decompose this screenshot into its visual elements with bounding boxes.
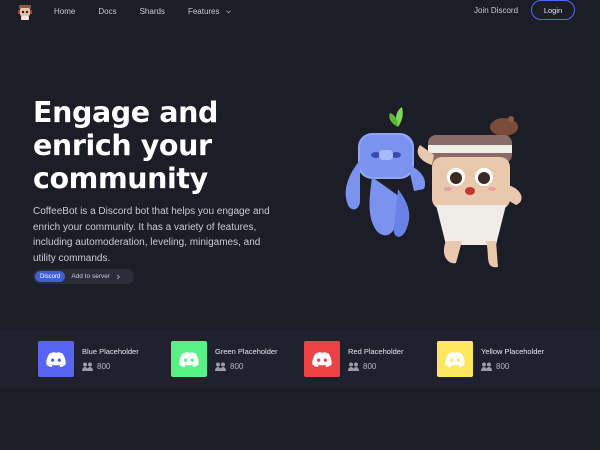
add-to-server-label: Add to server bbox=[71, 273, 111, 280]
login-button[interactable]: Login bbox=[531, 0, 575, 20]
nav-links: Home Docs Shards Features bbox=[54, 0, 255, 22]
users-icon bbox=[82, 362, 93, 371]
hero-title: Engage and enrich your community bbox=[33, 96, 293, 195]
hero-title-line: enrich your bbox=[33, 129, 212, 162]
hero-title-line: community bbox=[33, 162, 208, 195]
nav-features-dropdown[interactable]: Features bbox=[188, 7, 232, 16]
discord-icon bbox=[38, 341, 74, 377]
member-count-value: 800 bbox=[230, 362, 244, 371]
hero-title-line: Engage and bbox=[33, 96, 218, 129]
server-name: Green Placeholder bbox=[215, 347, 278, 356]
mascot-illustration bbox=[345, 107, 522, 268]
nav-home-link[interactable]: Home bbox=[54, 7, 75, 16]
member-count: 800 bbox=[481, 362, 544, 371]
server-card-yellow[interactable]: Yellow Placeholder 800 bbox=[437, 341, 544, 377]
member-count: 800 bbox=[348, 362, 403, 371]
chevron-right-icon bbox=[116, 274, 121, 279]
member-count-value: 800 bbox=[363, 362, 377, 371]
discord-icon bbox=[304, 341, 340, 377]
server-card-green[interactable]: Green Placeholder 800 bbox=[171, 341, 278, 377]
users-icon bbox=[481, 362, 492, 371]
nav-shards-link[interactable]: Shards bbox=[140, 7, 165, 16]
member-count: 800 bbox=[82, 362, 139, 371]
discord-badge: Discord bbox=[35, 271, 66, 282]
server-name: Red Placeholder bbox=[348, 347, 404, 356]
member-count: 800 bbox=[215, 362, 278, 371]
users-icon bbox=[215, 362, 226, 371]
nav-docs-link[interactable]: Docs bbox=[98, 7, 116, 16]
server-card-info: Blue Placeholder 800 bbox=[82, 347, 139, 371]
coffeebot-logo-icon[interactable] bbox=[16, 3, 34, 21]
member-count-value: 800 bbox=[496, 362, 510, 371]
server-card-red[interactable]: Red Placeholder 800 bbox=[304, 341, 403, 377]
top-navbar: Home Docs Shards Features Join Discord L… bbox=[0, 0, 600, 22]
users-icon bbox=[348, 362, 359, 371]
server-card-blue[interactable]: Blue Placeholder 800 bbox=[38, 341, 139, 377]
discord-icon bbox=[171, 341, 207, 377]
add-to-server-button[interactable]: Discord Add to server bbox=[33, 269, 134, 284]
server-card-info: Green Placeholder 800 bbox=[215, 347, 278, 371]
chevron-down-icon bbox=[225, 9, 231, 13]
nav-features-label: Features bbox=[187, 6, 220, 16]
server-card-info: Yellow Placeholder 800 bbox=[481, 347, 544, 371]
join-discord-link[interactable]: Join Discord bbox=[474, 6, 518, 15]
server-name: Yellow Placeholder bbox=[481, 347, 545, 356]
discord-icon bbox=[437, 341, 473, 377]
server-name: Blue Placeholder bbox=[82, 347, 139, 356]
member-count-value: 800 bbox=[97, 362, 111, 371]
server-card-info: Red Placeholder 800 bbox=[348, 347, 403, 371]
hero-description: CoffeeBot is a Discord bot that helps yo… bbox=[33, 206, 270, 264]
